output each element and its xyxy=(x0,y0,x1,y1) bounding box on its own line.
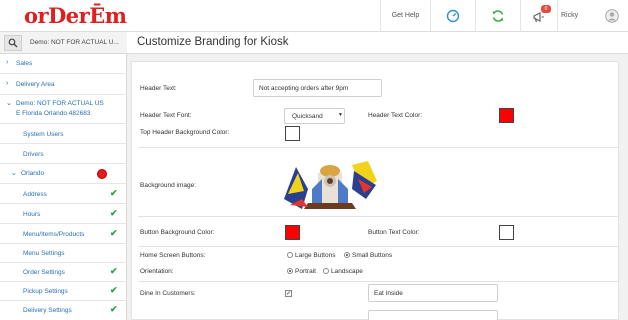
app-root: orDerĒm Get Help 0 Ricky Demo: NOT FOR A… xyxy=(0,0,628,320)
background-image-label: Background image: xyxy=(140,182,197,189)
section-divider xyxy=(138,246,618,247)
button-text-color-label: Button Text Color: xyxy=(368,229,420,236)
announcements-button[interactable] xyxy=(520,0,557,32)
checkmark-icon: ✔ xyxy=(110,266,118,276)
top-header-bg-label: Top Header Background Color: xyxy=(140,129,230,136)
button-bg-color-swatch[interactable] xyxy=(285,225,300,240)
small-buttons-label[interactable]: Small Buttons xyxy=(352,252,392,259)
landscape-label[interactable]: Landscape xyxy=(331,268,363,275)
sidebar-item-drivers[interactable]: Drivers xyxy=(0,144,127,164)
refresh-button[interactable] xyxy=(475,0,520,32)
header-font-value: Quicksand xyxy=(292,113,323,120)
sidebar-item-orlando[interactable]: ⌄ Orlando xyxy=(0,164,127,184)
sidebar-item-label: Menu/Items/Products xyxy=(23,231,85,238)
header-font-label: Header Text Font: xyxy=(140,112,192,119)
button-text-color-swatch[interactable] xyxy=(499,225,514,240)
home-screen-buttons-label: Home Screen Buttons: xyxy=(140,252,206,259)
status-dot-icon xyxy=(97,169,107,179)
header-font-select[interactable]: Quicksand ▼ xyxy=(284,108,345,124)
sidebar-item-label: Orlando xyxy=(21,170,45,177)
dropdown-arrow-icon: ▼ xyxy=(338,112,343,118)
sidebar-item-label: Delivery Settings xyxy=(23,307,72,314)
sidebar-item-delivery-area[interactable]: › Delivery Area xyxy=(0,74,127,95)
large-buttons-radio[interactable] xyxy=(287,252,293,258)
get-help-link[interactable]: Get Help xyxy=(380,0,430,32)
header-text-label: Header Text: xyxy=(140,85,177,92)
sidebar-item-order-settings[interactable]: Order Settings ✔ xyxy=(0,263,127,282)
refresh-icon xyxy=(492,10,504,22)
top-header-bg-color-swatch[interactable] xyxy=(285,126,300,141)
sidebar-item-sublabel: E Florida Orlando 482683 xyxy=(16,110,91,117)
sidebar-item-label: Address xyxy=(23,191,47,198)
dine-in-checkbox[interactable]: ✓ xyxy=(285,290,292,297)
dashboard-button[interactable] xyxy=(430,0,475,32)
sidebar-item-pickup-settings[interactable]: Pickup Settings ✔ xyxy=(0,282,127,301)
button-bg-color-label: Button Background Color: xyxy=(140,229,215,236)
user-name[interactable]: Ricky xyxy=(561,0,578,32)
background-image-preview[interactable] xyxy=(282,159,379,212)
section-divider xyxy=(138,216,618,217)
header-text-input[interactable] xyxy=(253,79,382,97)
sidebar-item-label: Menu Settings xyxy=(23,250,65,257)
sidebar-item-label: Demo: NOT FOR ACTUAL US xyxy=(16,100,104,107)
sidebar-item-label: Delivery Area xyxy=(16,81,55,88)
speedometer-icon xyxy=(446,9,460,23)
section-divider xyxy=(138,147,618,148)
portrait-label[interactable]: Portrait xyxy=(295,268,316,275)
sidebar-item-delivery-settings[interactable]: Delivery Settings ✔ xyxy=(0,301,127,320)
page-title: Customize Branding for Kiosk xyxy=(137,36,289,48)
location-search-value[interactable]: Demo: NOT FOR ACTUAL U... xyxy=(30,32,126,54)
dine-in-label: Dine In Customers: xyxy=(140,290,196,297)
user-avatar-icon[interactable] xyxy=(605,9,619,23)
page-header: Customize Branding for Kiosk xyxy=(127,32,628,54)
sidebar-item-label: Order Settings xyxy=(23,269,65,276)
sidebar: Demo: NOT FOR ACTUAL U... › Sales › Deli… xyxy=(0,32,127,320)
sidebar-item-menu-items-products[interactable]: Menu/Items/Products ✔ xyxy=(0,224,127,244)
orientation-label: Orientation: xyxy=(140,268,174,275)
header-text-color-label: Header Text Color: xyxy=(368,112,423,119)
notification-badge: 0 xyxy=(541,5,551,13)
sidebar-item-label: Pickup Settings xyxy=(23,288,68,295)
sidebar-item-hours[interactable]: Hours ✔ xyxy=(0,204,127,224)
dine-in-text-input[interactable] xyxy=(368,284,498,302)
chevron-right-icon: › xyxy=(6,59,9,66)
sidebar-item-label: Drivers xyxy=(23,151,44,158)
app-logo[interactable]: orDerĒm xyxy=(24,5,127,27)
sidebar-item-menu-settings[interactable]: Menu Settings xyxy=(0,244,127,263)
checkmark-icon: ✔ xyxy=(110,285,118,295)
location-search[interactable]: Demo: NOT FOR ACTUAL U... xyxy=(0,32,127,54)
chevron-down-icon: ⌄ xyxy=(6,100,12,107)
sidebar-item-address[interactable]: Address ✔ xyxy=(0,184,127,204)
section-divider xyxy=(138,281,618,282)
large-buttons-label[interactable]: Large Buttons xyxy=(295,252,335,259)
sidebar-item-sales[interactable]: › Sales xyxy=(0,54,127,74)
checkmark-icon: ✔ xyxy=(110,304,118,314)
next-text-input[interactable] xyxy=(368,310,498,320)
checkmark-icon: ✔ xyxy=(110,228,118,238)
small-buttons-radio[interactable] xyxy=(344,252,350,258)
portrait-radio[interactable] xyxy=(287,268,293,274)
checkmark-icon: ✔ xyxy=(110,188,118,198)
sidebar-item-label: Hours xyxy=(23,211,41,218)
sidebar-item-label: Sales xyxy=(16,60,33,67)
chevron-down-icon: ⌄ xyxy=(11,170,17,177)
header-text-color-swatch[interactable] xyxy=(499,108,514,123)
top-bar: orDerĒm Get Help 0 Ricky xyxy=(0,0,628,32)
checkmark-icon: ✔ xyxy=(110,208,118,218)
landscape-radio[interactable] xyxy=(323,268,329,274)
search-icon xyxy=(8,38,18,48)
chevron-right-icon: › xyxy=(6,80,9,87)
sidebar-item-label: System Users xyxy=(23,131,64,138)
sidebar-item-demo-location[interactable]: ⌄ Demo: NOT FOR ACTUAL US E Florida Orla… xyxy=(0,95,127,124)
sidebar-item-system-users[interactable]: System Users xyxy=(0,124,127,144)
search-button[interactable] xyxy=(4,35,22,51)
